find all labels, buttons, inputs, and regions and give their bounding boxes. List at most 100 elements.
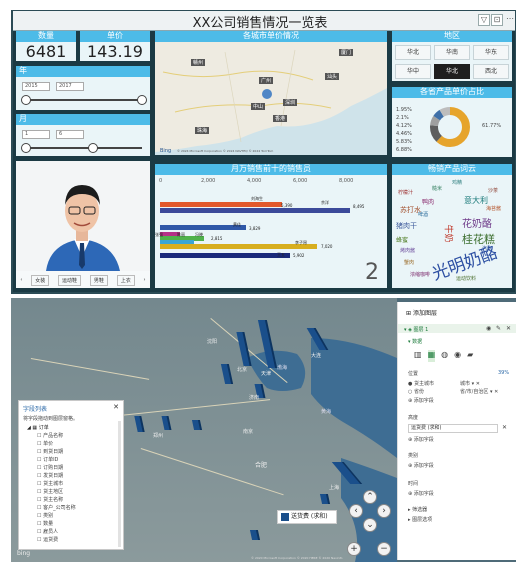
tilt-down-button[interactable]: ⌄ bbox=[363, 518, 377, 532]
region-button-5[interactable]: 西北 bbox=[473, 63, 509, 79]
region-button-grid: 华北 华南 华东 华中 华北 西北 bbox=[395, 45, 509, 79]
field-item-4[interactable]: ☐ 订购日期 bbox=[19, 464, 123, 472]
map-label-7: 香港 bbox=[273, 115, 288, 122]
bar-0[interactable] bbox=[160, 202, 282, 207]
layer-visibility-icon[interactable]: ◉ bbox=[486, 325, 491, 332]
month-slider-start-handle[interactable] bbox=[21, 143, 31, 153]
word-9: 柠檬汁 bbox=[398, 190, 414, 196]
year-slider-end-handle[interactable] bbox=[137, 95, 147, 105]
field-list-items: ☐ 产品名称 ☐ 单价 ☐ 到货日期 ☐ 订单ID ☐ 订购日期 ☐ 发货日期 … bbox=[19, 432, 123, 544]
field-list-table[interactable]: ◢ ▦ 订单 bbox=[19, 424, 123, 432]
zoom-in-button[interactable]: + bbox=[347, 542, 361, 556]
add-layer-button[interactable]: ⊞ 添加图层 bbox=[406, 308, 437, 317]
height-add-field[interactable]: ⊕ 添加字段 bbox=[408, 436, 434, 443]
more-options-icon[interactable]: ⋯ bbox=[504, 14, 516, 26]
bar-1[interactable] bbox=[160, 208, 350, 213]
salesperson-photo-panel: ‹ 女装 运动鞋 男鞋 上衣 › bbox=[16, 161, 150, 288]
stacked-column-icon[interactable]: ▥ bbox=[414, 350, 422, 362]
next-arrow-icon[interactable]: › bbox=[144, 277, 146, 283]
field-item-7[interactable]: ☐ 货主地区 bbox=[19, 488, 123, 496]
word-6: 猪肉干 bbox=[396, 222, 417, 230]
bmap-label-5: 南京 bbox=[243, 429, 254, 435]
bmap-label-0: 北京 bbox=[237, 367, 248, 373]
word-8: 蜂蜜 bbox=[396, 237, 409, 244]
bmap-label-1: 天津 bbox=[261, 371, 272, 377]
region-button-3[interactable]: 华中 bbox=[395, 63, 431, 79]
bmap-label-9: 济南 bbox=[249, 395, 260, 401]
legend-swatch bbox=[281, 513, 289, 521]
year-to-input[interactable]: 2017 bbox=[56, 82, 84, 91]
map-copyright: © 2024 Microsoft Corporation © 2024 NAVT… bbox=[177, 149, 273, 153]
tilt-up-button[interactable]: ⌃ bbox=[363, 490, 377, 504]
month-from-input[interactable]: 1 bbox=[22, 130, 50, 139]
field-item-6[interactable]: ☐ 货主城市 bbox=[19, 480, 123, 488]
rotate-left-button[interactable]: ‹ bbox=[349, 504, 363, 518]
location-type-1[interactable]: 省/市/自治区 ▾ ✕ bbox=[460, 388, 498, 395]
filter-section[interactable]: ▸ 筛选器 bbox=[408, 506, 427, 513]
field-item-12[interactable]: ☐ 雇员人 bbox=[19, 528, 123, 536]
bar-6[interactable] bbox=[160, 244, 317, 249]
count-card: 数量 6481 bbox=[16, 31, 76, 61]
location-field-1[interactable]: ○ 省份 bbox=[408, 388, 424, 395]
field-item-5[interactable]: ☐ 发货日期 bbox=[19, 472, 123, 480]
height-field[interactable]: 运货费 (求和) bbox=[408, 424, 498, 433]
field-item-3[interactable]: ☐ 订单ID bbox=[19, 456, 123, 464]
bar-name-1: 余洋 bbox=[321, 200, 329, 205]
field-item-13[interactable]: ☐ 运货费 bbox=[19, 536, 123, 544]
field-item-10[interactable]: ☐ 类别 bbox=[19, 512, 123, 520]
close-icon[interactable]: ✕ bbox=[113, 403, 119, 411]
location-type-0[interactable]: 城市 ▾ ✕ bbox=[460, 380, 480, 387]
rotate-right-button[interactable]: › bbox=[377, 504, 391, 518]
nav-button-0[interactable]: 女装 bbox=[31, 274, 50, 286]
month-slicer: 月 1 6 bbox=[16, 114, 150, 156]
field-item-1[interactable]: ☐ 单价 bbox=[19, 440, 123, 448]
field-item-2[interactable]: ☐ 到货日期 bbox=[19, 448, 123, 456]
nav-button-1[interactable]: 运动鞋 bbox=[58, 274, 82, 286]
count-card-value: 6481 bbox=[25, 42, 67, 61]
bar-axis-tick-2: 4,000 bbox=[247, 178, 262, 184]
heatmap-icon[interactable]: ◉ bbox=[454, 350, 461, 362]
edit-icon[interactable]: ✎ bbox=[496, 325, 501, 332]
layer-options-section[interactable]: ▸ 图层选项 bbox=[408, 516, 432, 523]
clustered-column-icon[interactable]: ▦ bbox=[427, 350, 436, 362]
field-item-11[interactable]: ☐ 数量 bbox=[19, 520, 123, 528]
region-button-0[interactable]: 华北 bbox=[395, 45, 431, 60]
region-button-4[interactable]: 华北 bbox=[434, 63, 470, 79]
category-add-field[interactable]: ⊕ 添加字段 bbox=[408, 462, 434, 469]
region-button-1[interactable]: 华南 bbox=[434, 45, 470, 60]
focus-mode-icon[interactable]: ⊡ bbox=[491, 14, 503, 26]
field-item-0[interactable]: ☐ 产品名称 bbox=[19, 432, 123, 440]
zoom-out-button[interactable]: − bbox=[377, 542, 391, 556]
prev-arrow-icon[interactable]: ‹ bbox=[20, 277, 22, 283]
nav-button-3[interactable]: 上衣 bbox=[116, 274, 135, 286]
month-to-input[interactable]: 6 bbox=[56, 130, 84, 139]
year-slicer: 年 2015 2017 bbox=[16, 66, 150, 110]
nav-button-2[interactable]: 男鞋 bbox=[89, 274, 108, 286]
region-button-2[interactable]: 华东 bbox=[473, 45, 509, 60]
month-slider-end-handle[interactable] bbox=[88, 143, 98, 153]
field-list-scrollbar[interactable] bbox=[118, 421, 121, 547]
delete-layer-icon[interactable]: ✕ bbox=[506, 325, 511, 332]
city-price-map[interactable]: Bing © 2024 Microsoft Corporation © 2024… bbox=[155, 42, 387, 155]
field-item-9[interactable]: ☐ 客户_公司名称 bbox=[19, 504, 123, 512]
field-list-title: 字段列表 bbox=[23, 406, 48, 413]
year-from-input[interactable]: 2015 bbox=[22, 82, 50, 91]
region-icon[interactable]: ▰ bbox=[467, 350, 473, 362]
remove-height-icon[interactable]: ✕ bbox=[502, 424, 507, 431]
filter-icon[interactable]: ▽ bbox=[478, 14, 490, 26]
bmap-label-7: 黄海 bbox=[321, 409, 332, 415]
location-field-0[interactable]: ● 货主城市 bbox=[408, 380, 434, 387]
bmap-label-2: 大连 bbox=[311, 353, 322, 359]
time-add-field[interactable]: ⊕ 添加字段 bbox=[408, 490, 434, 497]
field-item-8[interactable]: ☐ 货主名称 bbox=[19, 496, 123, 504]
word-11: 烤肉酱 bbox=[400, 248, 416, 254]
location-add-field[interactable]: ⊕ 添加字段 bbox=[408, 397, 434, 404]
city-marker-guangzhou[interactable] bbox=[262, 89, 272, 99]
layer-header[interactable]: ▾ ◈ 图层 1 ◉ ✎ ✕ bbox=[398, 324, 516, 333]
year-slider-start-handle[interactable] bbox=[21, 95, 31, 105]
bubble-icon[interactable]: ◍ bbox=[441, 350, 448, 362]
bar-7[interactable] bbox=[160, 253, 290, 258]
product-wordcloud[interactable]: 光明奶酪 桂花糕 花奶酪 牛奶 意大利 苏打水 猪肉干 鸭肉 蜂蜜 柠檬汁 啤酒… bbox=[392, 175, 512, 288]
data-section-header[interactable]: ▾ 数据 bbox=[408, 338, 422, 345]
salesperson-photo bbox=[16, 161, 150, 271]
